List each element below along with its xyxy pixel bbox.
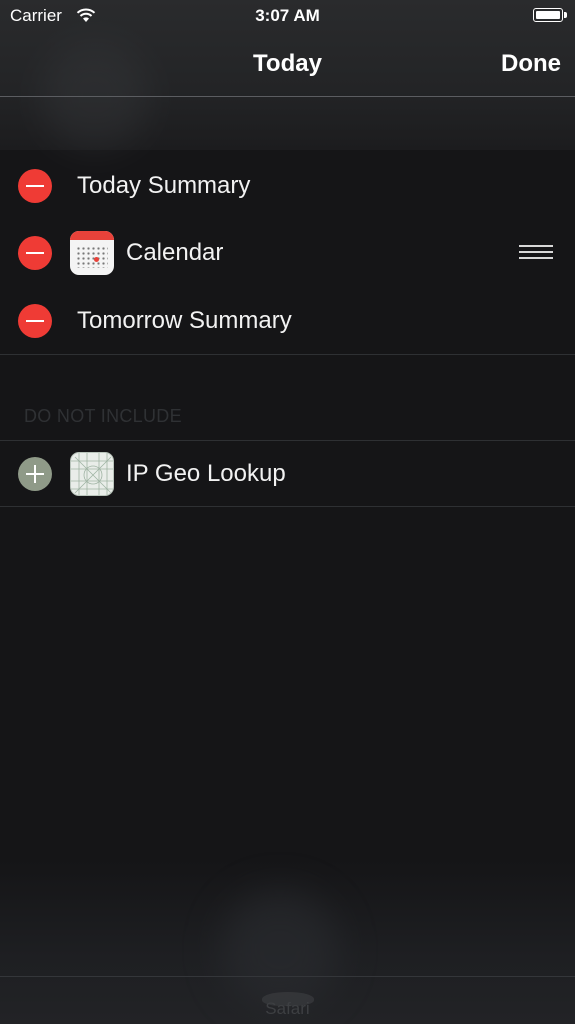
widget-row-ip-geo-lookup: IP Geo Lookup xyxy=(0,444,575,504)
status-bar: Carrier 3:07 AM xyxy=(0,0,575,34)
widget-row-today-summary: Today Summary xyxy=(0,156,575,216)
divider xyxy=(0,96,575,97)
ip-geo-lookup-app-icon xyxy=(70,452,114,496)
divider xyxy=(0,976,575,977)
section-header-do-not-include: DO NOT INCLUDE xyxy=(24,406,182,426)
page-title: Today xyxy=(253,50,322,77)
status-time: 3:07 AM xyxy=(255,6,320,25)
add-widget-icon[interactable] xyxy=(18,457,52,491)
battery-icon xyxy=(533,8,567,22)
widget-label: Calendar xyxy=(126,239,224,266)
divider xyxy=(0,354,575,355)
divider xyxy=(0,506,575,507)
dock-app-label: Safari xyxy=(265,999,310,1018)
calendar-app-icon xyxy=(70,231,114,275)
divider xyxy=(0,440,575,441)
widget-label: IP Geo Lookup xyxy=(126,460,286,487)
widget-row-calendar: Calendar xyxy=(0,223,575,283)
widget-label: Today Summary xyxy=(77,172,251,199)
widget-label: Tomorrow Summary xyxy=(77,307,292,334)
done-button[interactable]: Done xyxy=(501,50,561,78)
reorder-handle-icon[interactable] xyxy=(519,245,553,259)
remove-widget-icon[interactable] xyxy=(18,169,52,203)
remove-widget-icon[interactable] xyxy=(18,236,52,270)
widget-row-tomorrow-summary: Tomorrow Summary xyxy=(0,291,575,351)
remove-widget-icon[interactable] xyxy=(18,304,52,338)
